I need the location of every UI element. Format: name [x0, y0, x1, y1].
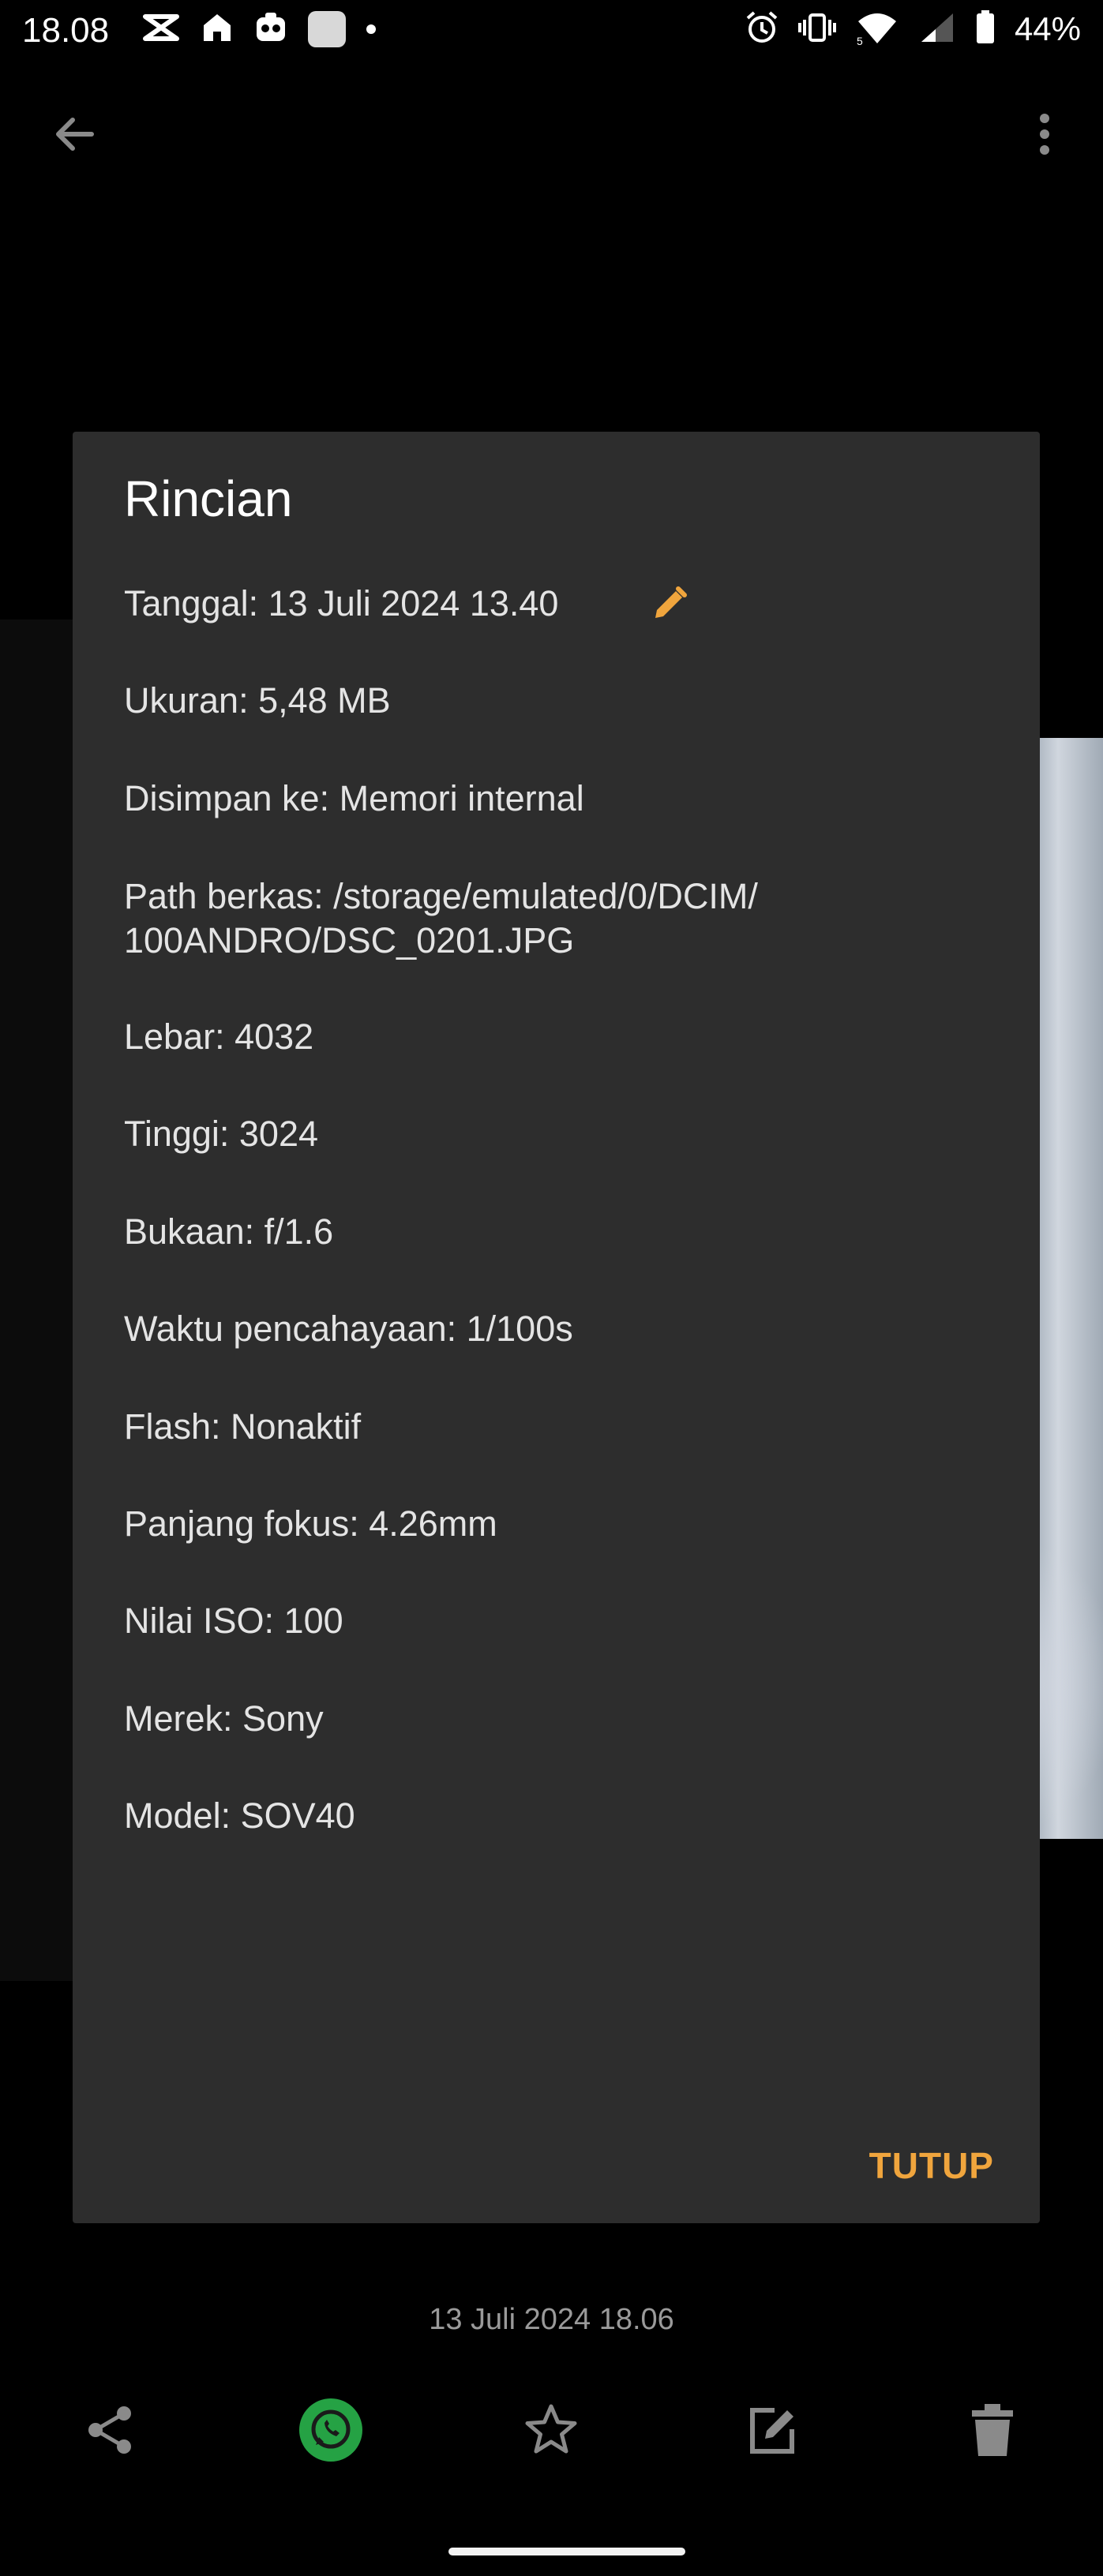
detail-iso: Nilai ISO: 100: [124, 1601, 343, 1641]
detail-storage: Disimpan ke: Memori internal: [124, 778, 584, 818]
back-button[interactable]: [44, 106, 104, 166]
detail-aperture: Bukaan: f/1.6: [124, 1211, 334, 1252]
detail-path: Path berkas: /storage/emulated/0/DCIM/ 1…: [124, 874, 985, 963]
tiktok-icon: [254, 11, 287, 48]
whatsapp-share-button[interactable]: [295, 2396, 366, 2467]
detail-size: Ukuran: 5,48 MB: [124, 680, 391, 721]
more-vert-icon: [1038, 112, 1051, 160]
favorite-button[interactable]: [516, 2396, 587, 2467]
status-bar: 18.08 5 44%: [0, 0, 1103, 63]
svg-text:5: 5: [857, 35, 863, 45]
dialog-title: Rincian: [124, 470, 293, 527]
photo-edge: [0, 620, 73, 1981]
navigation-handle[interactable]: [448, 2548, 685, 2555]
pencil-icon: [651, 585, 688, 627]
star-icon: [523, 2402, 580, 2462]
status-right-icons: 5 44%: [745, 9, 1081, 49]
detail-model: Model: SOV40: [124, 1795, 355, 1836]
detail-height: Tinggi: 3024: [124, 1114, 319, 1154]
edit-icon: [745, 2402, 800, 2462]
status-time: 18.08: [22, 11, 110, 50]
detail-path-line2: 100ANDRO/DSC_0201.JPG: [124, 920, 575, 960]
delete-icon: [969, 2402, 1016, 2462]
more-options-button[interactable]: [1015, 106, 1075, 166]
detail-path-line1: Path berkas: /storage/emulated/0/DCIM/: [124, 876, 758, 916]
detail-flash: Flash: Nonaktif: [124, 1406, 362, 1447]
delete-button[interactable]: [957, 2396, 1028, 2467]
notification-dot-icon: [366, 24, 376, 34]
app-square-icon: [308, 11, 346, 47]
details-dialog: Rincian Tanggal: 13 Juli 2024 13.40 Ukur…: [73, 432, 1040, 2223]
share-icon: [83, 2402, 138, 2462]
capcut-icon: [142, 12, 180, 47]
photo-date: 13 Juli 2024 18.06: [429, 2303, 674, 2336]
close-button[interactable]: TUTUP: [869, 2129, 994, 2203]
detail-exposure: Waktu pencahayaan: 1/100s: [124, 1309, 573, 1349]
share-button[interactable]: [75, 2396, 146, 2467]
arrow-back-icon: [52, 112, 96, 160]
status-left-icons: [142, 9, 376, 49]
detail-brand: Merek: Sony: [124, 1698, 324, 1739]
edit-date-button[interactable]: [644, 580, 695, 631]
home-icon: [201, 11, 234, 48]
battery-icon: [975, 9, 996, 49]
detail-width: Lebar: 4032: [124, 1017, 314, 1057]
vibrate-icon: [797, 10, 836, 49]
battery-percentage: 44%: [1014, 10, 1081, 47]
edit-button[interactable]: [737, 2396, 808, 2467]
signal-icon: [918, 10, 956, 49]
detail-date: Tanggal: 13 Juli 2024 13.40: [124, 583, 559, 623]
alarm-icon: [745, 10, 779, 49]
whatsapp-icon: [298, 2398, 363, 2466]
detail-focal-length: Panjang fokus: 4.26mm: [124, 1503, 497, 1544]
wifi-icon: 5: [855, 10, 899, 49]
